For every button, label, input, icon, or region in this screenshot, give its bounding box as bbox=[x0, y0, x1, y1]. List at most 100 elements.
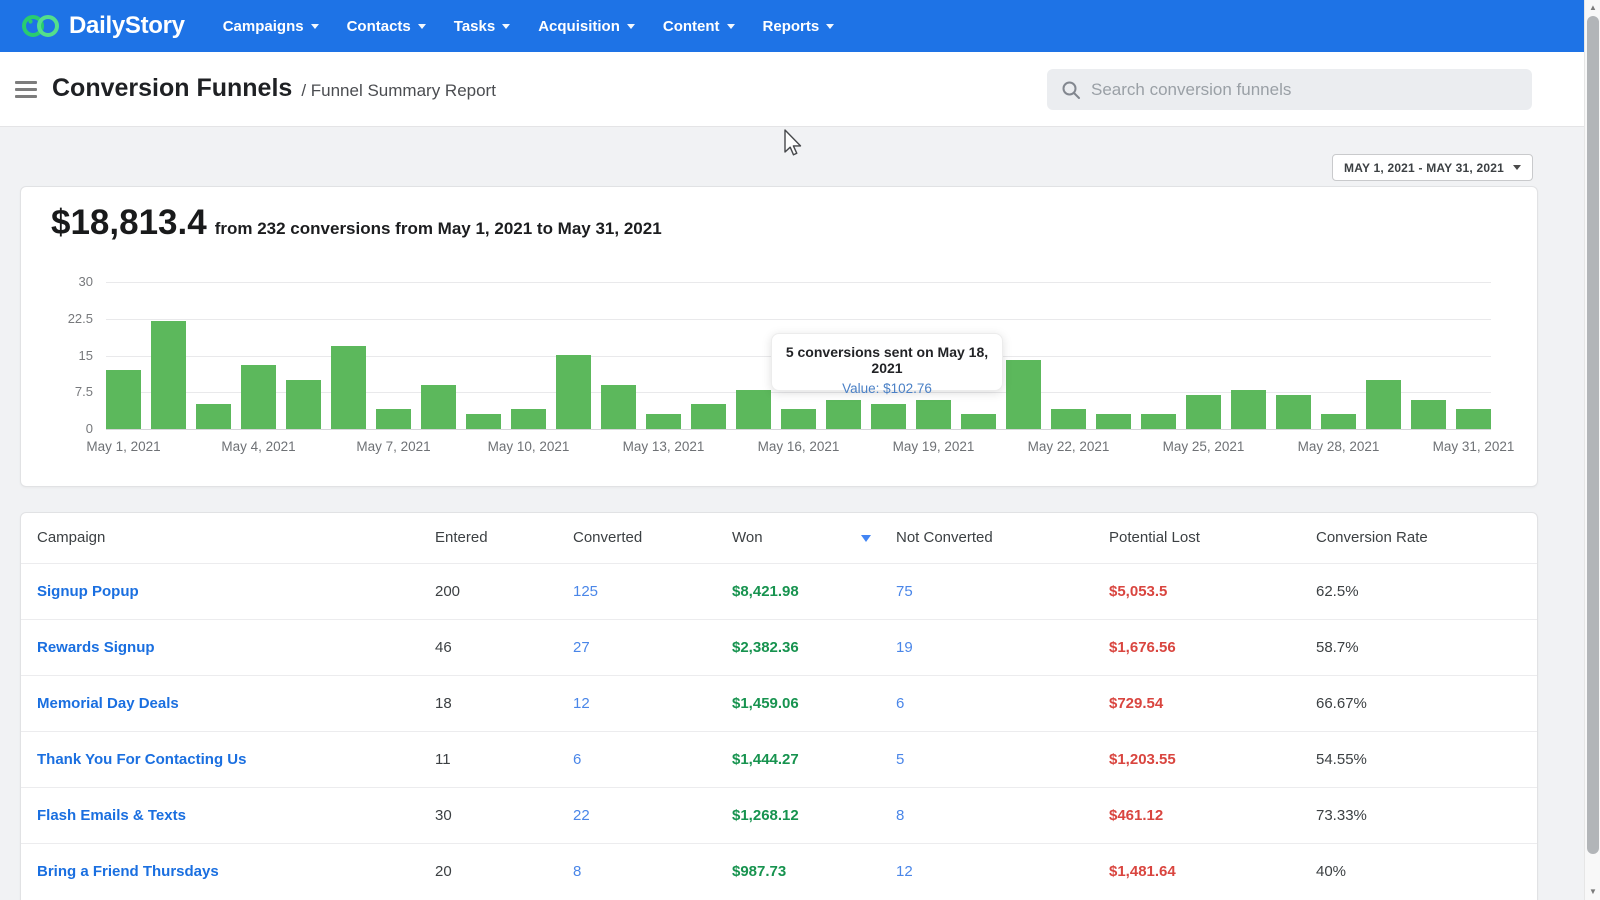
brand[interactable]: DailyStory bbox=[20, 11, 185, 41]
scroll-up-icon[interactable]: ▲ bbox=[1585, 0, 1600, 16]
tooltip-value: Value: $102.76 bbox=[772, 381, 1002, 396]
date-range-label: MAY 1, 2021 - MAY 31, 2021 bbox=[1344, 161, 1504, 175]
nav-item-content[interactable]: Content bbox=[649, 0, 749, 52]
column-header-potential-lost[interactable]: Potential Lost bbox=[1094, 513, 1301, 563]
cell-potential-lost: $1,203.55 bbox=[1094, 731, 1301, 787]
bar-May 29, 2021[interactable] bbox=[1366, 380, 1401, 429]
bar-May 18, 2021[interactable] bbox=[871, 404, 906, 429]
cell-entered: 46 bbox=[420, 619, 558, 675]
bar-May 12, 2021[interactable] bbox=[601, 385, 636, 429]
bar-May 22, 2021[interactable] bbox=[1051, 409, 1086, 429]
campaign-link[interactable]: Flash Emails & Texts bbox=[37, 807, 186, 824]
nav-menu: Campaigns Contacts Tasks Acquisition Content… bbox=[209, 0, 848, 52]
bar-May 23, 2021[interactable] bbox=[1096, 414, 1131, 429]
cell-won: $1,268.12 bbox=[717, 787, 881, 843]
converted-link[interactable]: 8 bbox=[573, 863, 581, 880]
y-tick-label: 30 bbox=[53, 274, 93, 289]
column-header-conversion-rate[interactable]: Conversion Rate bbox=[1301, 513, 1538, 563]
bar-May 2, 2021[interactable] bbox=[151, 321, 186, 429]
not-converted-link[interactable]: 19 bbox=[896, 639, 913, 656]
converted-link[interactable]: 125 bbox=[573, 583, 598, 600]
converted-link[interactable]: 27 bbox=[573, 639, 590, 656]
column-header-not-converted[interactable]: Not Converted bbox=[881, 513, 1094, 563]
bar-May 24, 2021[interactable] bbox=[1141, 414, 1176, 429]
campaign-link[interactable]: Bring a Friend Thursdays bbox=[37, 863, 219, 880]
not-converted-link[interactable]: 5 bbox=[896, 751, 904, 768]
bar-May 19, 2021[interactable] bbox=[916, 400, 951, 429]
cell-conversion-rate: 54.55% bbox=[1301, 731, 1538, 787]
bar-May 27, 2021[interactable] bbox=[1276, 395, 1311, 429]
bar-May 28, 2021[interactable] bbox=[1321, 414, 1356, 429]
not-converted-link[interactable]: 75 bbox=[896, 583, 913, 600]
bar-May 25, 2021[interactable] bbox=[1186, 395, 1221, 429]
y-tick-label: 7.5 bbox=[53, 384, 93, 399]
not-converted-link[interactable]: 8 bbox=[896, 807, 904, 824]
gridline bbox=[106, 429, 1491, 430]
page-subtitle: / Funnel Summary Report bbox=[301, 81, 496, 101]
column-header-won[interactable]: Won bbox=[717, 513, 881, 563]
scroll-down-icon[interactable]: ▼ bbox=[1585, 884, 1600, 900]
nav-item-label: Acquisition bbox=[538, 18, 620, 35]
cell-not-converted: 19 bbox=[881, 619, 1094, 675]
bar-May 10, 2021[interactable] bbox=[511, 409, 546, 429]
column-header-entered[interactable]: Entered bbox=[420, 513, 558, 563]
x-tick-label: May 22, 2021 bbox=[1028, 439, 1110, 454]
nav-item-reports[interactable]: Reports bbox=[749, 0, 849, 52]
nav-item-tasks[interactable]: Tasks bbox=[440, 0, 524, 52]
x-tick-label: May 10, 2021 bbox=[488, 439, 570, 454]
bar-May 11, 2021[interactable] bbox=[556, 355, 591, 429]
campaign-link[interactable]: Thank You For Contacting Us bbox=[37, 751, 246, 768]
bar-May 21, 2021[interactable] bbox=[1006, 360, 1041, 429]
nav-item-acquisition[interactable]: Acquisition bbox=[524, 0, 649, 52]
converted-link[interactable]: 22 bbox=[573, 807, 590, 824]
bar-May 30, 2021[interactable] bbox=[1411, 400, 1446, 429]
bar-May 14, 2021[interactable] bbox=[691, 404, 726, 429]
cell-not-converted: 75 bbox=[881, 563, 1094, 619]
column-header-converted[interactable]: Converted bbox=[558, 513, 717, 563]
bar-May 7, 2021[interactable] bbox=[376, 409, 411, 429]
page-title: Conversion Funnels bbox=[52, 74, 292, 103]
converted-link[interactable]: 12 bbox=[573, 695, 590, 712]
bar-May 17, 2021[interactable] bbox=[826, 400, 861, 429]
x-tick-label: May 4, 2021 bbox=[221, 439, 295, 454]
scrollbar-thumb[interactable] bbox=[1587, 16, 1599, 854]
bar-May 6, 2021[interactable] bbox=[331, 346, 366, 429]
bar-May 15, 2021[interactable] bbox=[736, 390, 771, 429]
cell-not-converted: 5 bbox=[881, 731, 1094, 787]
campaign-link[interactable]: Signup Popup bbox=[37, 583, 139, 600]
search-input[interactable] bbox=[1091, 80, 1532, 100]
bar-May 20, 2021[interactable] bbox=[961, 414, 996, 429]
menu-icon[interactable] bbox=[15, 81, 37, 98]
funnel-summary-table-card: CampaignEnteredConvertedWonNot Converted… bbox=[20, 512, 1538, 900]
campaign-link[interactable]: Rewards Signup bbox=[37, 639, 155, 656]
not-converted-link[interactable]: 6 bbox=[896, 695, 904, 712]
bar-May 9, 2021[interactable] bbox=[466, 414, 501, 429]
cell-conversion-rate: 62.5% bbox=[1301, 563, 1538, 619]
nav-item-label: Contacts bbox=[347, 18, 411, 35]
bar-May 26, 2021[interactable] bbox=[1231, 390, 1266, 429]
bar-May 13, 2021[interactable] bbox=[646, 414, 681, 429]
bar-May 16, 2021[interactable] bbox=[781, 409, 816, 429]
converted-link[interactable]: 6 bbox=[573, 751, 581, 768]
nav-item-label: Tasks bbox=[454, 18, 495, 35]
cell-potential-lost: $729.54 bbox=[1094, 675, 1301, 731]
bar-May 5, 2021[interactable] bbox=[286, 380, 321, 429]
caret-down-icon bbox=[502, 24, 510, 29]
column-header-campaign[interactable]: Campaign bbox=[21, 513, 420, 563]
bar-May 8, 2021[interactable] bbox=[421, 385, 456, 429]
vertical-scrollbar[interactable]: ▲ ▼ bbox=[1584, 0, 1600, 900]
campaign-link[interactable]: Memorial Day Deals bbox=[37, 695, 179, 712]
cell-conversion-rate: 58.7% bbox=[1301, 619, 1538, 675]
bar-May 4, 2021[interactable] bbox=[241, 365, 276, 429]
bar-May 3, 2021[interactable] bbox=[196, 404, 231, 429]
caret-down-icon bbox=[1513, 165, 1521, 170]
nav-item-campaigns[interactable]: Campaigns bbox=[209, 0, 333, 52]
bar-May 31, 2021[interactable] bbox=[1456, 409, 1491, 429]
nav-item-contacts[interactable]: Contacts bbox=[333, 0, 440, 52]
date-range-button[interactable]: MAY 1, 2021 - MAY 31, 2021 bbox=[1332, 154, 1533, 181]
not-converted-link[interactable]: 12 bbox=[896, 863, 913, 880]
cell-won: $2,382.36 bbox=[717, 619, 881, 675]
search-box[interactable] bbox=[1047, 69, 1532, 110]
caret-down-icon bbox=[627, 24, 635, 29]
bar-May 1, 2021[interactable] bbox=[106, 370, 141, 429]
